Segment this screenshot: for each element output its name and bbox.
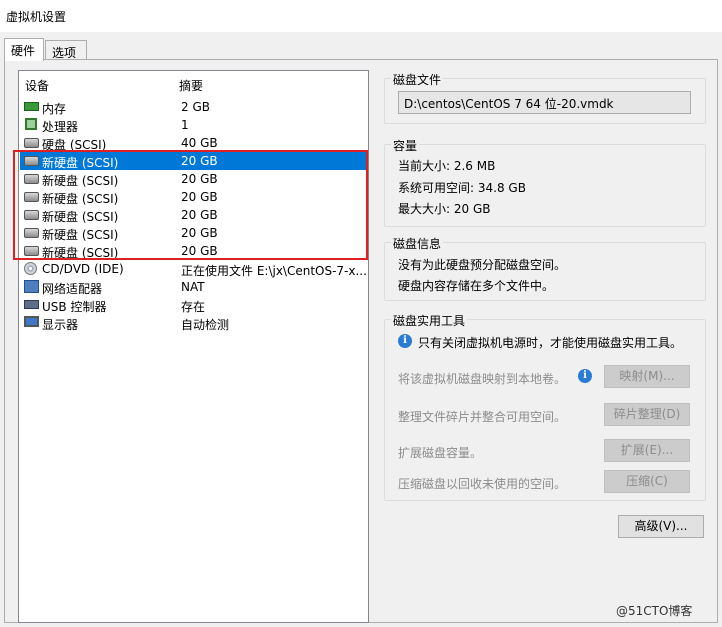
device-name: 新硬盘 (SCSI) [42,174,119,188]
device-summary: 2 GB [181,100,210,114]
device-list[interactable]: 设备 摘要 内存 2 GB 处理器 1 硬盘 (SCSI) 40 GB 新硬盘 … [18,70,369,623]
compact-label: 压缩磁盘以回收未使用的空间。 [398,477,567,491]
capacity-title: 容量 [391,137,420,154]
device-name: 网络适配器 [42,282,103,296]
hard-disk-icon [24,210,39,220]
device-name: 新硬盘 (SCSI) [42,210,119,224]
device-row-cd-dvd[interactable]: CD/DVD (IDE) 正在使用文件 E:\jx\CentOS-7-x... [20,260,367,278]
disk-file-title: 磁盘文件 [391,71,444,88]
device-summary: 20 GB [181,154,218,168]
device-name: 硬盘 (SCSI) [42,138,107,152]
hard-disk-icon [24,156,39,166]
cd-dvd-icon [24,262,37,275]
device-row-network-adapter[interactable]: 网络适配器 NAT [20,278,367,296]
network-adapter-icon [24,280,39,293]
title-bar: 虚拟机设置 [0,0,722,32]
device-summary: 20 GB [181,208,218,222]
device-name: 新硬盘 (SCSI) [42,192,119,206]
map-label: 将该虚拟机磁盘映射到本地卷。 [398,372,567,386]
advanced-button[interactable]: 高级(V)... [618,515,704,538]
device-summary: 40 GB [181,136,218,150]
device-name: 新硬盘 (SCSI) [42,246,119,260]
max-size-text: 最大大小: 20 GB [398,202,491,216]
device-summary: 20 GB [181,172,218,186]
info-icon: i [398,334,412,348]
current-size-text: 当前大小: 2.6 MB [398,159,496,173]
device-row-cpu[interactable]: 处理器 1 [20,116,367,134]
usb-icon [24,300,39,309]
hard-disk-icon [24,174,39,184]
tab-options[interactable]: 选项 [45,40,87,60]
free-space-text: 系统可用空间: 34.8 GB [398,181,526,195]
disk-info-title: 磁盘信息 [391,235,444,252]
device-summary: 1 [181,118,189,132]
header-device[interactable]: 设备 [25,77,49,94]
disk-info-line2: 硬盘内容存储在多个文件中。 [398,279,555,293]
map-info-icon: i [578,369,592,383]
device-row-usb-controller[interactable]: USB 控制器 存在 [20,296,367,314]
device-name: 新硬盘 (SCSI) [42,156,119,170]
window-title: 虚拟机设置 [6,10,67,24]
device-summary: 正在使用文件 E:\jx\CentOS-7-x... [181,264,367,278]
device-summary: 20 GB [181,226,218,240]
device-name: 显示器 [42,318,79,332]
watermark-text: @51CTO博客 [616,604,693,618]
device-row-new-disk-4[interactable]: 新硬盘 (SCSI) 20 GB [20,206,367,224]
defrag-label: 整理文件碎片并整合可用空间。 [398,410,567,424]
disk-utilities-title: 磁盘实用工具 [391,312,468,329]
hard-disk-icon [24,138,39,148]
expand-button[interactable]: 扩展(E)... [604,439,690,462]
device-summary: 自动检测 [181,318,230,332]
monitor-icon [24,316,39,327]
device-row-new-disk-5[interactable]: 新硬盘 (SCSI) 20 GB [20,224,367,242]
device-row-new-disk-6[interactable]: 新硬盘 (SCSI) 20 GB [20,242,367,260]
device-summary: NAT [181,280,205,294]
hard-disk-icon [24,228,39,238]
utilities-note: 只有关闭虚拟机电源时，才能使用磁盘实用工具。 [418,336,683,350]
device-list-header: 设备 摘要 [19,71,368,97]
device-row-new-disk-1[interactable]: 新硬盘 (SCSI) 20 GB [20,152,367,170]
device-row-new-disk-2[interactable]: 新硬盘 (SCSI) 20 GB [20,170,367,188]
device-name: CD/DVD (IDE) [42,262,124,276]
header-summary[interactable]: 摘要 [179,77,203,94]
memory-icon [24,102,39,111]
disk-file-path-field[interactable]: D:\centos\CentOS 7 64 位-20.vmdk [398,91,691,114]
cpu-icon [25,118,37,130]
device-summary: 20 GB [181,190,218,204]
expand-label: 扩展磁盘容量。 [398,446,483,460]
defragment-button[interactable]: 碎片整理(D) [604,403,690,426]
device-summary: 存在 [181,300,206,314]
hard-disk-icon [24,246,39,256]
tab-hardware[interactable]: 硬件 [4,38,44,61]
compact-button[interactable]: 压缩(C) [604,470,690,493]
device-summary: 20 GB [181,244,218,258]
device-row-display[interactable]: 显示器 自动检测 [20,314,367,332]
device-name: 处理器 [42,120,79,134]
device-name: 新硬盘 (SCSI) [42,228,119,242]
disk-info-line1: 没有为此硬盘预分配磁盘空间。 [398,258,567,272]
device-row-new-disk-3[interactable]: 新硬盘 (SCSI) 20 GB [20,188,367,206]
map-button[interactable]: 映射(M)... [604,365,690,388]
device-name: USB 控制器 [42,300,107,314]
hard-disk-icon [24,192,39,202]
device-row-memory[interactable]: 内存 2 GB [20,98,367,116]
device-name: 内存 [42,102,67,116]
device-row-hard-disk[interactable]: 硬盘 (SCSI) 40 GB [20,134,367,152]
tab-bar: 硬件 选项 [0,38,722,61]
